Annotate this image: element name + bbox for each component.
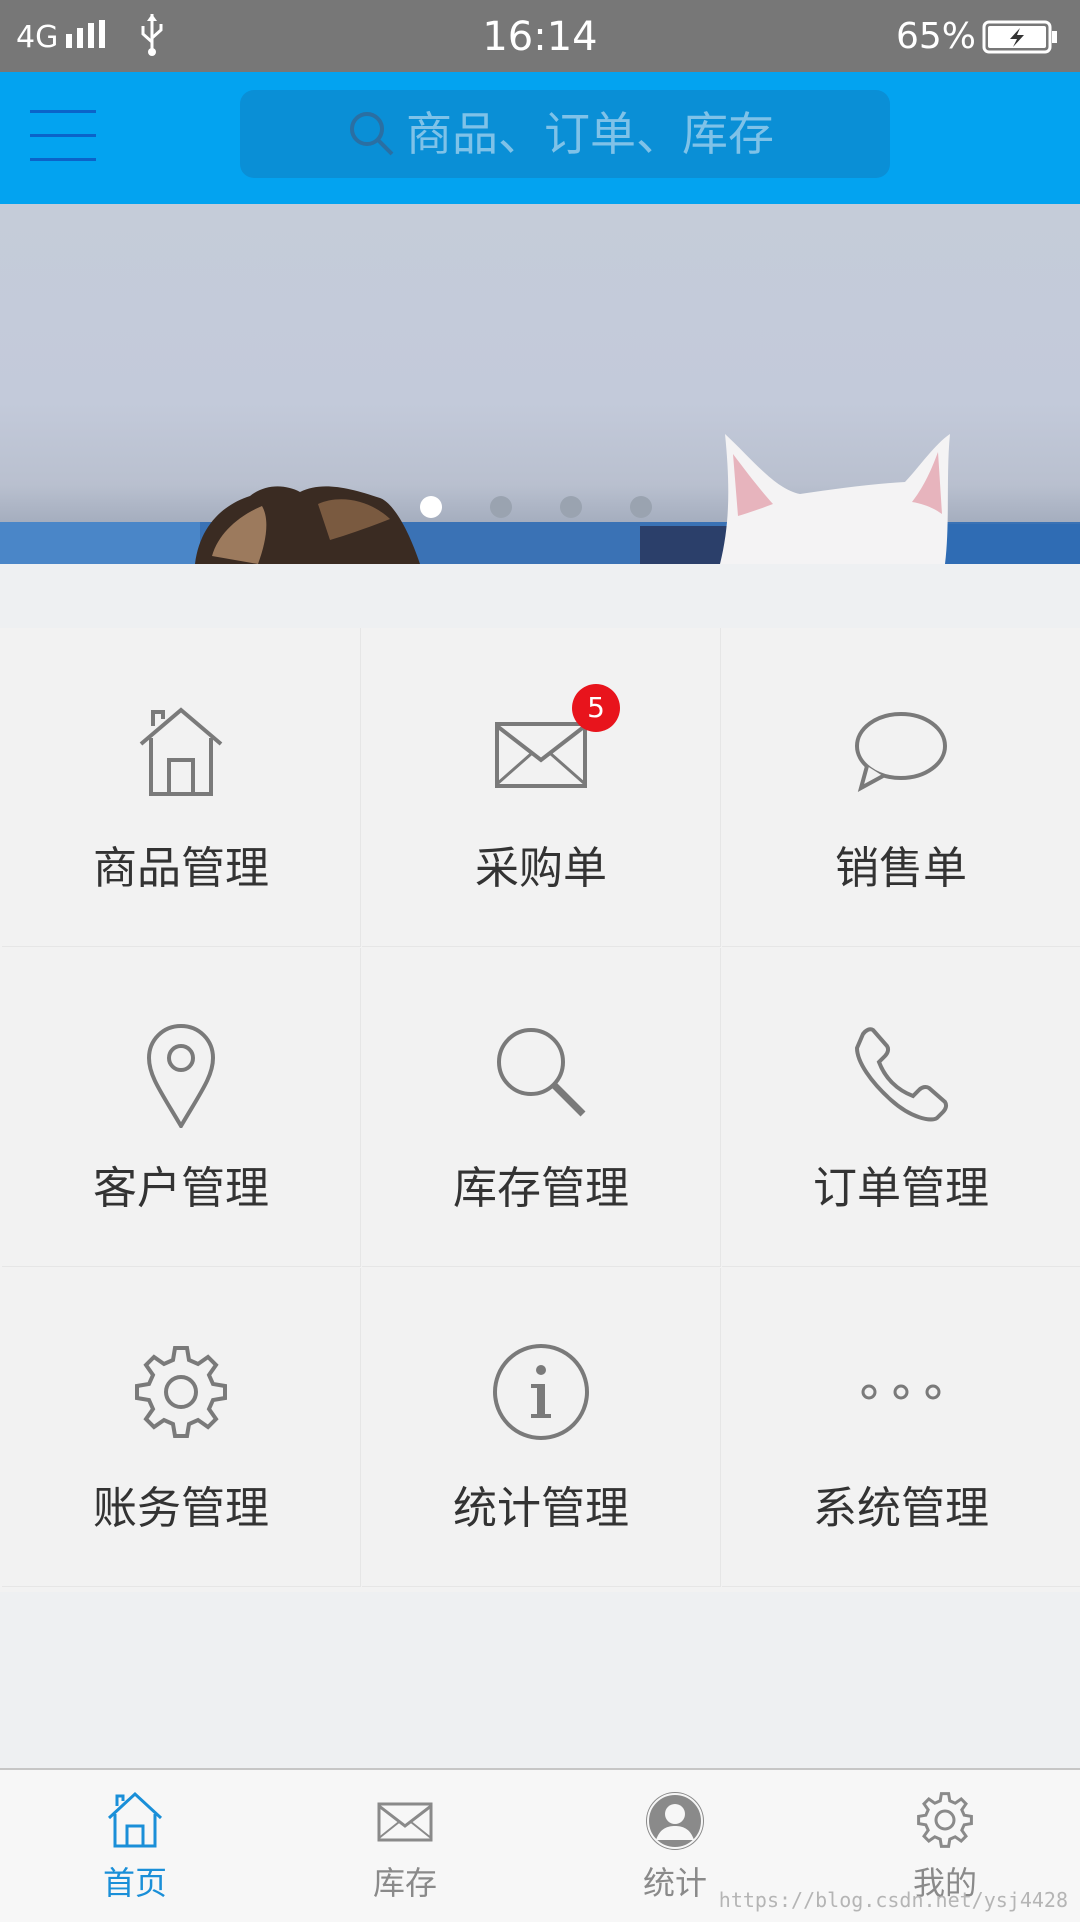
carousel-dot[interactable] — [420, 496, 442, 518]
grid-item-customer-management[interactable]: 客户管理 — [2, 948, 361, 1267]
grid-item-label: 采购单 — [475, 843, 607, 894]
grid-item-label: 商品管理 — [93, 843, 269, 894]
grid-item-purchase-order[interactable]: 5 采购单 — [362, 628, 721, 947]
grid-item-label: 系统管理 — [813, 1483, 989, 1534]
home-icon — [0, 1790, 270, 1854]
grid-item-order-management[interactable]: 订单管理 — [722, 948, 1080, 1267]
gear-icon — [810, 1790, 1080, 1854]
search-icon — [362, 1022, 720, 1122]
tab-label: 首页 — [102, 1864, 167, 1902]
chat-bubble-icon — [722, 702, 1080, 802]
grid-item-sales-order[interactable]: 销售单 — [722, 628, 1080, 947]
grid-item-statistics-management[interactable]: 统计管理 — [362, 1268, 721, 1587]
grid-item-system-management[interactable]: 系统管理 — [722, 1268, 1080, 1587]
search-box[interactable] — [240, 90, 890, 178]
mail-icon — [362, 702, 720, 802]
grid-item-accounting-management[interactable]: 账务管理 — [2, 1268, 361, 1587]
location-pin-icon — [2, 1022, 360, 1128]
grid-item-product-management[interactable]: 商品管理 — [2, 628, 361, 947]
grid-item-label: 客户管理 — [93, 1163, 269, 1214]
grid-item-label: 订单管理 — [813, 1163, 989, 1214]
phone-icon — [722, 1022, 1080, 1122]
user-icon — [540, 1790, 810, 1856]
battery-icon — [982, 20, 1058, 58]
function-grid: 商品管理 5 采购单 销售单 客户管理 库存管理 订单管理 账务管理 统计管理 … — [0, 628, 1080, 1592]
house-icon — [2, 702, 360, 802]
carousel-dot[interactable] — [490, 496, 512, 518]
tab-home[interactable]: 首页 — [0, 1770, 270, 1922]
app-header — [0, 72, 1080, 204]
tab-inventory[interactable]: 库存 — [270, 1770, 540, 1922]
grid-item-inventory-management[interactable]: 库存管理 — [362, 948, 721, 1267]
search-icon — [348, 110, 396, 162]
banner-carousel[interactable] — [0, 204, 1080, 564]
banner-image — [0, 434, 1080, 564]
grid-item-label: 账务管理 — [93, 1483, 269, 1534]
grid-item-label: 统计管理 — [453, 1483, 629, 1534]
more-icon — [722, 1342, 1080, 1442]
carousel-dot[interactable] — [560, 496, 582, 518]
tab-label: 库存 — [372, 1864, 437, 1902]
watermark: https://blog.csdn.net/ysj4428 — [718, 1888, 1068, 1912]
grid-item-label: 销售单 — [835, 843, 967, 894]
status-bar: 4G 16:14 65% — [0, 0, 1080, 72]
info-icon — [362, 1342, 720, 1442]
carousel-dot[interactable] — [630, 496, 652, 518]
battery-percent: 65% — [895, 16, 976, 57]
gear-icon — [2, 1342, 360, 1442]
search-input[interactable] — [404, 104, 868, 164]
menu-icon[interactable] — [30, 106, 96, 166]
mail-icon — [270, 1790, 540, 1854]
bottom-tab-bar: 首页 库存 统计 我的 https://blog.csdn.net/ysj442… — [0, 1768, 1080, 1922]
grid-item-label: 库存管理 — [453, 1163, 629, 1214]
notification-badge: 5 — [572, 684, 620, 732]
